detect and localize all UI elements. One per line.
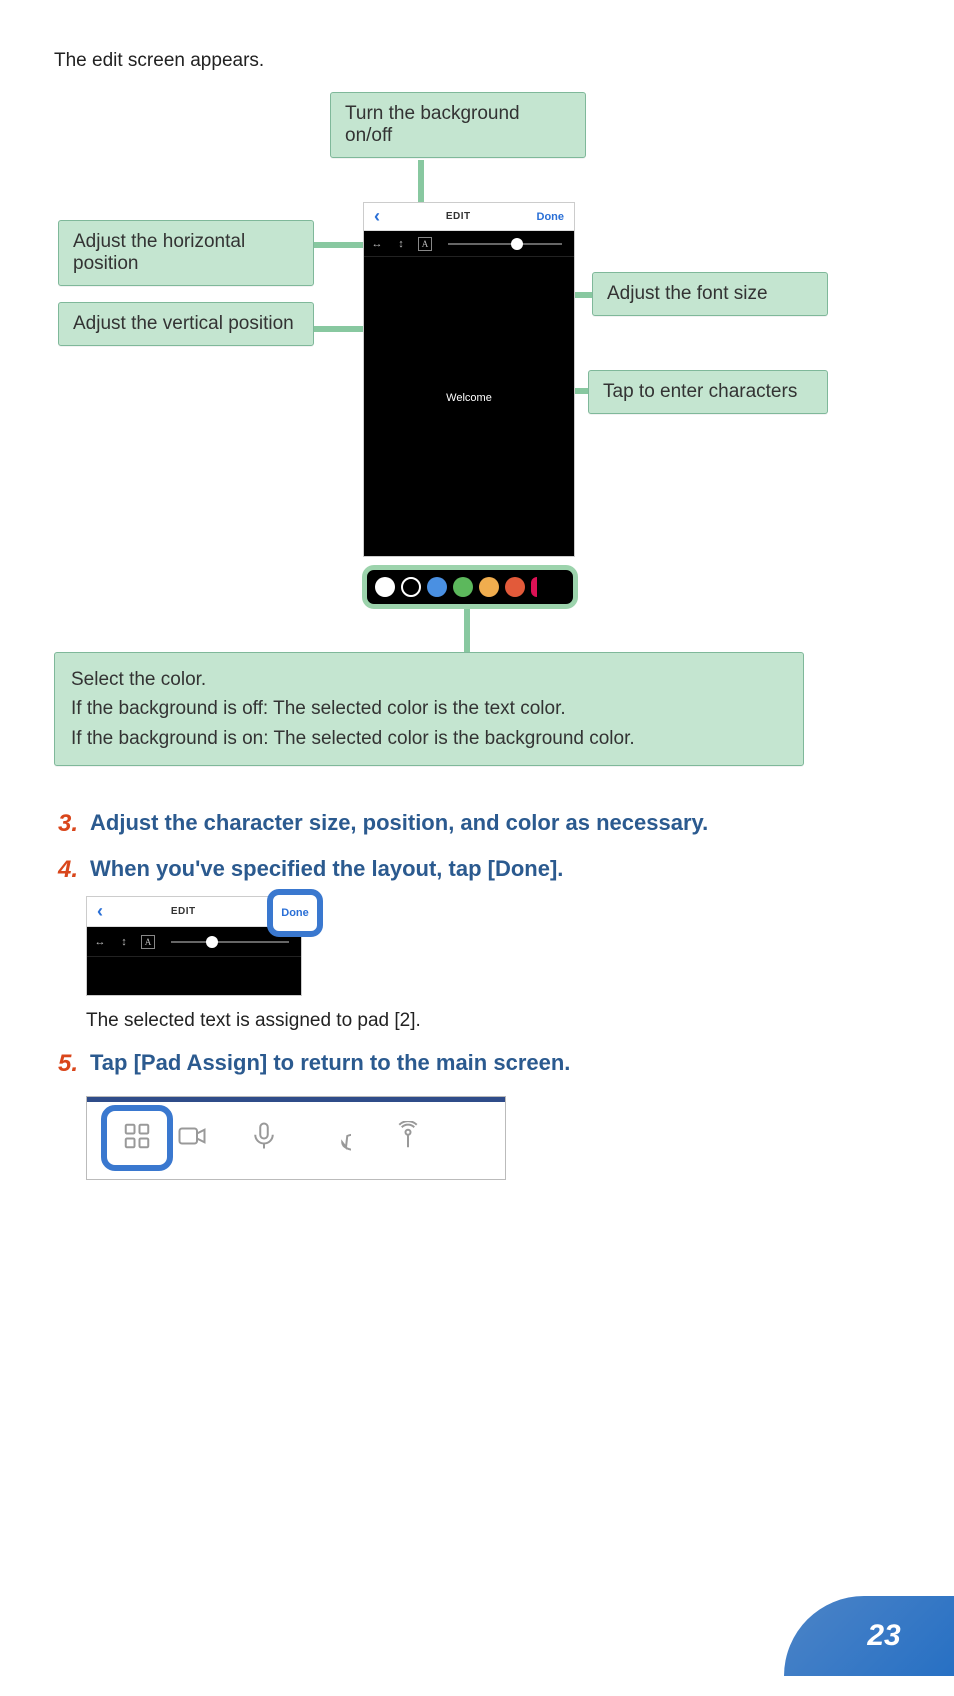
callout-vertical-position: Adjust the vertical position [58, 302, 314, 346]
phone2-title: EDIT [171, 906, 196, 917]
callout-horizontal-position: Adjust the horizontal position [58, 220, 314, 286]
phone-mock-edit: ‹ EDIT Done ↔ ↕ A Welcome [363, 202, 575, 557]
back-icon[interactable]: ‹ [97, 901, 103, 922]
background-toggle-icon[interactable]: A [141, 935, 155, 949]
step-5-number: 5. [58, 1050, 82, 1078]
intro-text: The edit screen appears. [54, 50, 924, 72]
horizontal-align-icon[interactable]: ↔ [93, 935, 107, 949]
toolbar-strip [87, 1097, 505, 1102]
callout-enter-characters: Tap to enter characters [588, 370, 828, 414]
microphone-icon[interactable] [249, 1121, 279, 1156]
done-button-highlighted[interactable]: Done [281, 907, 309, 919]
color-swatch-red[interactable] [505, 577, 525, 597]
page-number-badge: 23 [784, 1596, 954, 1676]
welcome-text[interactable]: Welcome [446, 392, 492, 404]
step-3: 3. Adjust the character size, position, … [58, 810, 924, 838]
callout-bg-toggle: Turn the background on/off [330, 92, 586, 158]
color-swatch-blue[interactable] [427, 577, 447, 597]
main-toolbar-mock [86, 1096, 506, 1180]
step-5-text: Tap [Pad Assign] to return to the main s… [90, 1050, 570, 1078]
pad-assign-icon[interactable] [122, 1121, 152, 1156]
phone-header: ‹ EDIT Done [364, 203, 574, 231]
slider-knob[interactable] [206, 936, 218, 948]
font-size-slider[interactable] [448, 243, 562, 245]
step-5: 5. Tap [Pad Assign] to return to the mai… [58, 1050, 924, 1078]
connector-line [464, 609, 470, 653]
phone-toolbar: ↔ ↕ A [364, 231, 574, 257]
step-4-text: When you've specified the layout, tap [D… [90, 856, 563, 884]
phone-canvas[interactable]: Welcome [364, 257, 574, 556]
slider-knob[interactable] [511, 238, 523, 250]
horizontal-align-icon[interactable]: ↔ [370, 237, 384, 251]
color-swatch-white[interactable] [375, 577, 395, 597]
done-button[interactable]: Done [537, 211, 565, 223]
connector-line [314, 242, 370, 248]
vertical-align-icon[interactable]: ↕ [394, 237, 408, 251]
color-swatch-partial[interactable] [531, 577, 537, 597]
background-toggle-icon[interactable]: A [418, 237, 432, 251]
speech-bubble-icon[interactable] [321, 1121, 351, 1156]
color-swatch-bar [362, 565, 578, 609]
diagram-area: Turn the background on/off Adjust the ho… [30, 92, 924, 792]
step-3-number: 3. [58, 810, 82, 838]
callout-font-size: Adjust the font size [592, 272, 828, 316]
page-number: 23 [867, 1619, 900, 1653]
antenna-icon[interactable] [393, 1121, 423, 1156]
callout-color-info: Select the color. If the background is o… [54, 652, 804, 766]
step-3-text: Adjust the character size, position, and… [90, 810, 708, 838]
done-highlight-ring: Done [267, 889, 323, 937]
callout-color-line1: If the background is off: The selected c… [71, 694, 787, 723]
camera-icon[interactable] [177, 1121, 207, 1156]
color-swatch-black-outline[interactable] [401, 577, 421, 597]
pad-assign-highlight [101, 1105, 173, 1171]
step-4: 4. When you've specified the layout, tap… [58, 856, 924, 884]
color-swatch-green[interactable] [453, 577, 473, 597]
phone-mock-done: ‹ EDIT Done ↔ ↕ A Done [86, 896, 302, 996]
step-4-number: 4. [58, 856, 82, 884]
phone-title: EDIT [446, 211, 471, 222]
step-4-sub: The selected text is assigned to pad [2]… [86, 1010, 924, 1032]
color-swatch-orange[interactable] [479, 577, 499, 597]
font-size-slider[interactable] [171, 941, 289, 943]
vertical-align-icon[interactable]: ↕ [117, 935, 131, 949]
callout-color-line2: If the background is on: The selected co… [71, 724, 787, 753]
back-icon[interactable]: ‹ [374, 206, 380, 227]
callout-color-title: Select the color. [71, 665, 787, 694]
